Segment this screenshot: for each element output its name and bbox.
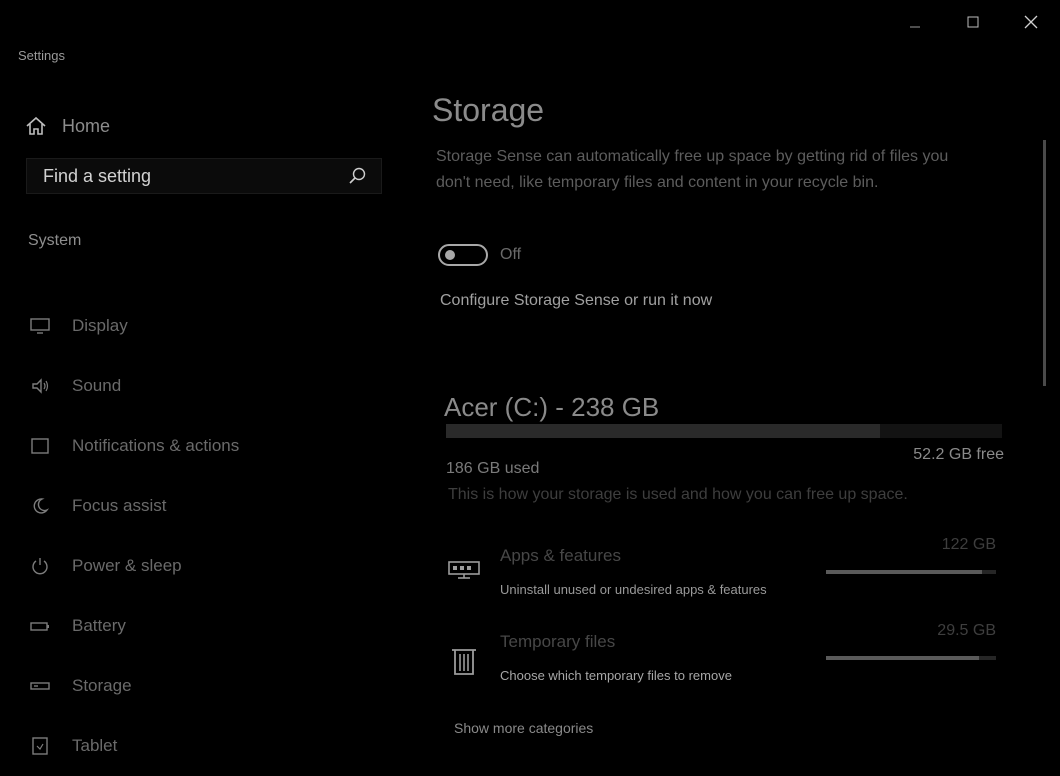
page-title: Storage xyxy=(432,92,545,128)
sidebar-item-storage[interactable]: Storage xyxy=(28,656,239,716)
storage-sense-description: Storage Sense can automatically free up … xyxy=(436,148,949,191)
category-size: 29.5 GB xyxy=(937,622,996,639)
sidebar-item-label: Focus assist xyxy=(72,496,167,515)
sidebar-item-label: Power & sleep xyxy=(72,556,182,575)
storage-sense-toggle-row: Off xyxy=(438,244,521,266)
sidebar-item-label: Display xyxy=(72,316,128,335)
sidebar-item-power-sleep[interactable]: Power & sleep xyxy=(28,536,239,596)
drive-free-label: 52.2 GB free xyxy=(913,446,1004,463)
sidebar: Home System Display Sound Notifications … xyxy=(0,0,410,755)
sidebar-item-focus-assist[interactable]: Focus assist xyxy=(28,476,239,536)
trash-icon xyxy=(452,649,476,675)
sidebar-item-label: Tablet xyxy=(72,736,118,755)
sidebar-item-label: Battery xyxy=(72,616,126,635)
home-icon xyxy=(26,116,46,135)
tablet-icon xyxy=(28,734,52,758)
drive-used-label: 186 GB used xyxy=(446,460,540,477)
toggle-knob xyxy=(445,250,455,260)
storage-icon xyxy=(28,674,52,698)
search-box[interactable] xyxy=(26,158,382,194)
speaker-icon xyxy=(28,374,52,398)
drive-title: Acer (C:) - 238 GB xyxy=(444,392,660,422)
sidebar-item-label: Notifications & actions xyxy=(72,436,240,455)
category-bar xyxy=(826,570,996,574)
drive-usage-bar xyxy=(446,424,1002,438)
category-name: Apps & features xyxy=(500,546,621,565)
notification-icon xyxy=(28,434,52,458)
search-input[interactable] xyxy=(41,164,347,188)
section-label: System xyxy=(28,232,82,249)
main-content: Storage Storage Sense can automatically … xyxy=(432,0,1032,751)
category-bar-fill xyxy=(826,570,983,574)
home-label: Home xyxy=(62,115,111,136)
toggle-state-label: Off xyxy=(500,246,522,263)
category-name: Temporary files xyxy=(500,632,616,651)
storage-help-text: This is how your storage is used and how… xyxy=(448,486,908,503)
sidebar-item-battery[interactable]: Battery xyxy=(28,596,239,656)
sidebar-item-label: Storage xyxy=(72,676,132,695)
sidebar-item-label: Sound xyxy=(72,376,122,395)
category-size: 122 GB xyxy=(941,536,996,553)
sidebar-item-display[interactable]: Display xyxy=(28,296,239,356)
power-icon xyxy=(28,554,52,578)
apps-icon xyxy=(448,561,480,579)
category-description: Uninstall unused or undesired apps & fea… xyxy=(500,582,767,597)
battery-icon xyxy=(28,614,52,638)
home-nav-item[interactable]: Home xyxy=(24,112,110,140)
search-icon[interactable] xyxy=(347,166,367,186)
moon-icon xyxy=(28,494,52,518)
category-description: Choose which temporary files to remove xyxy=(500,668,732,683)
sidebar-item-tablet[interactable]: Tablet xyxy=(28,716,239,776)
sidebar-item-sound[interactable]: Sound xyxy=(28,356,239,416)
nav-list: Display Sound Notifications & actions Fo… xyxy=(28,296,239,776)
category-bar xyxy=(826,656,996,660)
storage-sense-toggle[interactable] xyxy=(438,244,488,266)
sidebar-item-notifications[interactable]: Notifications & actions xyxy=(28,416,239,476)
show-more-categories-link[interactable]: Show more categories xyxy=(454,720,593,736)
configure-storage-sense-link[interactable]: Configure Storage Sense or run it now xyxy=(440,292,712,310)
drive-usage-fill xyxy=(446,424,880,438)
category-bar-fill xyxy=(826,656,979,660)
monitor-icon xyxy=(28,314,52,338)
scrollbar[interactable] xyxy=(1043,140,1046,386)
